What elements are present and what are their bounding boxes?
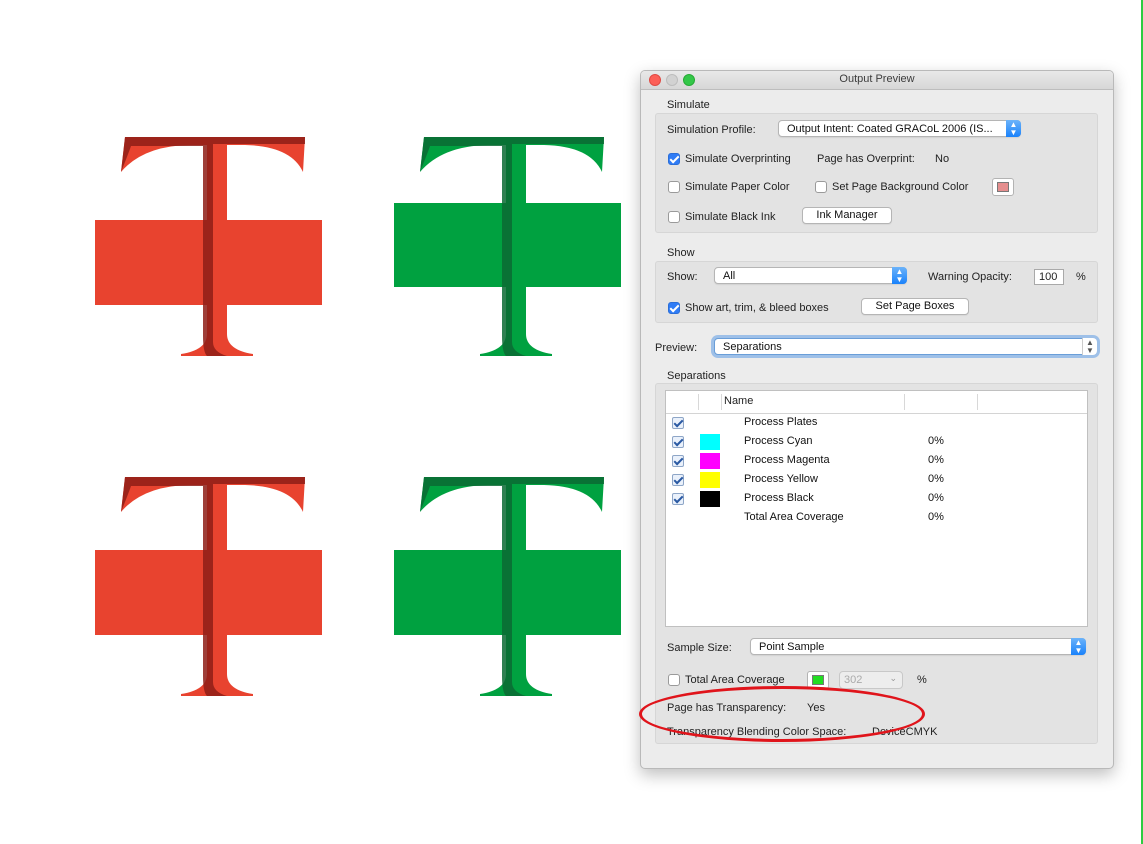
sample-size-select[interactable]: Point Sample ▲ ▼ — [750, 638, 1086, 655]
show-label: Show: — [667, 271, 698, 283]
page-has-overprint-label: Page has Overprint: — [817, 153, 915, 165]
process-cyan-checkbox[interactable] — [672, 436, 684, 448]
total-area-coverage-checkbox[interactable] — [668, 674, 680, 686]
chevron-updown-icon: ▲ ▼ — [1082, 338, 1097, 355]
process-magenta-checkbox[interactable] — [672, 455, 684, 467]
separation-percent: 0% — [928, 435, 944, 447]
set-page-boxes-button[interactable]: Set Page Boxes — [861, 298, 969, 315]
separation-percent: 0% — [928, 492, 944, 504]
show-boxes-checkbox[interactable] — [668, 302, 680, 314]
total-area-coverage-label: Total Area Coverage — [685, 674, 785, 686]
tac-percent: % — [917, 674, 927, 686]
show-boxes-label: Show art, trim, & bleed boxes — [685, 302, 829, 314]
magenta-swatch — [700, 453, 720, 469]
chevron-updown-icon: ▲ ▼ — [1071, 638, 1086, 655]
separation-name: Process Cyan — [744, 435, 813, 447]
preview-value: Separations — [723, 341, 782, 353]
simulation-profile-select[interactable]: Output Intent: Coated GRACoL 2006 (IS...… — [778, 120, 1021, 137]
process-black-checkbox[interactable] — [672, 493, 684, 505]
name-column-header[interactable]: Name — [724, 395, 753, 407]
simulate-paper-color-checkbox[interactable] — [668, 181, 680, 193]
separation-percent: 0% — [928, 473, 944, 485]
separation-name: Process Plates — [744, 416, 818, 428]
tac-color-chip — [812, 675, 824, 685]
tac-value: 302 — [844, 674, 863, 686]
table-row[interactable]: Process Cyan 0% — [666, 433, 1087, 452]
preview-label: Preview: — [655, 342, 698, 354]
simulate-section-label: Simulate — [667, 99, 710, 111]
page-background-color-chip — [997, 182, 1009, 192]
table-row[interactable]: Process Plates — [666, 414, 1087, 433]
show-section-label: Show — [667, 247, 695, 259]
artwork-green-bottom — [394, 472, 622, 698]
sample-size-value: Point Sample — [759, 641, 825, 653]
set-page-background-label: Set Page Background Color — [832, 181, 969, 193]
artwork-red-top — [95, 132, 323, 358]
page-background-color-swatch[interactable] — [992, 178, 1014, 196]
simulate-black-ink-checkbox[interactable] — [668, 211, 680, 223]
annotation-ellipse — [639, 686, 925, 742]
process-yellow-checkbox[interactable] — [672, 474, 684, 486]
show-select[interactable]: All ▲ ▼ — [714, 267, 907, 284]
separation-name: Process Black — [744, 492, 814, 504]
separation-name: Total Area Coverage — [744, 511, 844, 523]
simulate-black-ink-label: Simulate Black Ink — [685, 211, 776, 223]
separation-name: Process Yellow — [744, 473, 818, 485]
separation-percent: 0% — [928, 511, 944, 523]
warning-opacity-label: Warning Opacity: — [928, 271, 1012, 283]
simulate-overprinting-checkbox[interactable] — [668, 153, 680, 165]
sample-size-label: Sample Size: — [667, 642, 732, 654]
title-bar[interactable]: Output Preview — [641, 71, 1113, 90]
page-has-overprint-value: No — [935, 153, 950, 165]
table-row[interactable]: Process Black 0% — [666, 490, 1087, 509]
yellow-swatch — [700, 472, 720, 488]
artwork-green-top — [394, 132, 622, 358]
separation-percent: 0% — [928, 454, 944, 466]
table-header: Name — [666, 391, 1087, 414]
separations-section-label: Separations — [667, 370, 726, 382]
simulation-profile-label: Simulation Profile: — [667, 124, 756, 136]
window-title: Output Preview — [839, 73, 915, 85]
simulate-paper-color-label: Simulate Paper Color — [685, 181, 790, 193]
table-row[interactable]: Process Yellow 0% — [666, 471, 1087, 490]
artwork-red-bottom — [95, 472, 323, 698]
preview-select[interactable]: Separations ▲ ▼ — [714, 338, 1097, 355]
separations-table[interactable]: Name Process Plates Process Cyan 0% Proc… — [665, 390, 1088, 627]
black-swatch — [700, 491, 720, 507]
table-row[interactable]: Total Area Coverage 0% — [666, 509, 1087, 528]
ink-manager-button[interactable]: Ink Manager — [802, 207, 892, 224]
set-page-background-checkbox[interactable] — [815, 181, 827, 193]
simulate-overprinting-label: Simulate Overprinting — [685, 153, 791, 165]
process-plates-checkbox[interactable] — [672, 417, 684, 429]
cyan-swatch — [700, 434, 720, 450]
warning-opacity-percent: % — [1076, 271, 1086, 283]
chevron-updown-icon: ▲ ▼ — [892, 267, 907, 284]
separation-name: Process Magenta — [744, 454, 830, 466]
simulation-profile-value: Output Intent: Coated GRACoL 2006 (IS... — [787, 123, 993, 135]
tac-value-combo[interactable]: 302 ⌄ — [839, 671, 903, 689]
chevron-down-icon: ⌄ — [889, 673, 897, 683]
table-row[interactable]: Process Magenta 0% — [666, 452, 1087, 471]
show-value: All — [723, 270, 736, 282]
chevron-updown-icon: ▲ ▼ — [1006, 120, 1021, 137]
warning-opacity-input[interactable]: 100 — [1034, 269, 1064, 285]
